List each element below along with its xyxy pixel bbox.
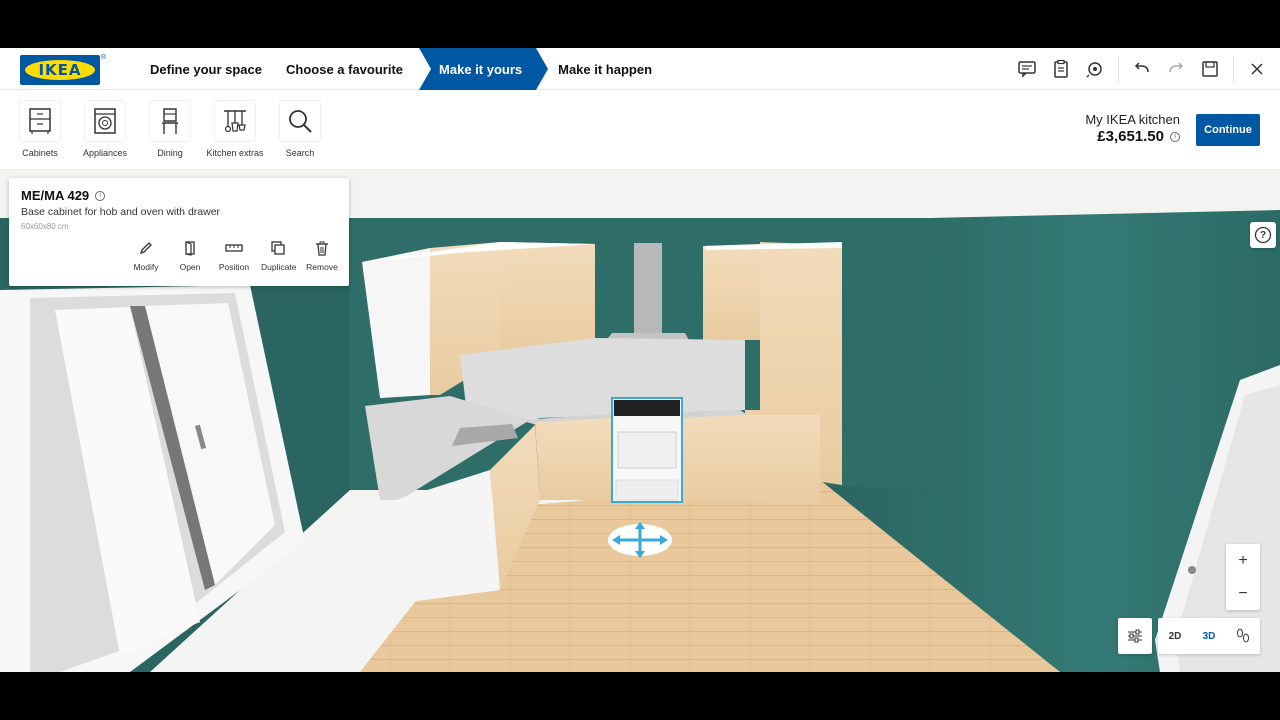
tool-dining[interactable]: Dining [140,100,200,158]
tool-kitchen-extras-label: Kitchen extras [206,148,264,158]
footsteps-icon[interactable] [1226,618,1260,654]
kitchen-planner-app: IKEA ® Define your space Choose a favour… [0,48,1280,672]
remove-button[interactable]: Remove [305,238,339,272]
view-controls: 2D 3D [1118,618,1260,654]
cabinet-icon [19,100,61,142]
trash-icon [305,238,339,258]
product-toolbar: Cabinets Appliances Dining Kitchen extra… [0,90,1280,170]
letterbox-top [0,0,1280,48]
zoom-controls: + − [1226,544,1260,610]
save-icon[interactable] [1193,52,1227,86]
view-mode-box: 2D 3D [1158,618,1260,654]
chat-icon[interactable] [1010,52,1044,86]
duplicate-button[interactable]: Duplicate [261,238,297,272]
view-3d-button[interactable]: 3D [1192,618,1226,654]
tool-appliances-label: Appliances [82,148,128,158]
modify-label: Modify [133,262,159,272]
step-define-space[interactable]: Define your space [138,48,274,90]
tool-cabinets-label: Cabinets [22,148,58,158]
step-navigation: Define your space Choose a favourite Mak… [138,48,664,90]
open-label: Open [179,262,201,272]
logo-text: IKEA [38,61,82,79]
tool-search-label: Search [285,148,315,158]
step-make-it-yours[interactable]: Make it yours [419,48,549,90]
tool-appliances[interactable]: Appliances [75,100,135,158]
search-icon [279,100,321,142]
item-title: ME/MA 429 [21,188,90,203]
zoom-in-button[interactable]: + [1226,544,1260,577]
position-button[interactable]: Position [217,238,251,272]
zoom-out-button[interactable]: − [1226,577,1260,610]
view-2d-button[interactable]: 2D [1158,618,1192,654]
continue-button[interactable]: Continue [1196,114,1260,146]
tool-kitchen-extras[interactable]: Kitchen extras [205,100,265,158]
sliders-icon[interactable] [1118,618,1152,654]
modify-button[interactable]: Modify [129,238,163,272]
remove-label: Remove [306,262,338,272]
door-open-icon [173,238,207,258]
close-icon[interactable] [1240,52,1274,86]
appliance-icon [84,100,126,142]
item-dimensions: 60x60x80 cm [21,222,69,231]
pencil-icon [129,238,163,258]
item-description: Base cabinet for hob and oven with drawe… [21,206,221,218]
filter-box [1118,618,1152,654]
kitchen-price-row: £3,651.50 i [1097,128,1180,145]
top-bar: IKEA ® Define your space Choose a favour… [0,48,1280,90]
position-label: Position [218,262,250,272]
duplicate-label: Duplicate [261,262,297,272]
topbar-actions [1010,48,1280,90]
ruler-icon [217,238,251,258]
kitchen-name: My IKEA kitchen [1085,112,1180,127]
help-label: ? [1259,229,1267,241]
item-info-icon[interactable]: i [95,190,106,201]
topbar-separator-2 [1233,56,1234,82]
redo-icon[interactable] [1159,52,1193,86]
utensils-icon [214,100,256,142]
kitchen-price: £3,651.50 [1097,128,1164,145]
selected-item-card: ME/MA 429 i Base cabinet for hob and ove… [9,178,349,286]
logo-registered-mark: ® [101,54,107,61]
step-choose-favourite[interactable]: Choose a favourite [274,48,415,90]
clipboard-icon[interactable] [1044,52,1078,86]
open-button[interactable]: Open [173,238,207,272]
help-search-icon[interactable] [1078,52,1112,86]
ikea-logo[interactable]: IKEA ® [20,54,106,85]
step-make-it-happen[interactable]: Make it happen [546,48,664,90]
chair-icon [149,100,191,142]
item-title-row: ME/MA 429 i [21,188,106,203]
topbar-separator [1118,56,1119,82]
item-actions: Modify Open Position Duplicate Remove [129,238,339,272]
letterbox-bottom [0,672,1280,720]
help-button[interactable]: ? [1250,222,1276,248]
price-info-icon[interactable]: i [1170,131,1180,142]
tool-search[interactable]: Search [270,100,330,158]
tool-dining-label: Dining [157,148,183,158]
duplicate-icon [261,238,295,258]
tool-cabinets[interactable]: Cabinets [10,100,70,158]
undo-icon[interactable] [1125,52,1159,86]
